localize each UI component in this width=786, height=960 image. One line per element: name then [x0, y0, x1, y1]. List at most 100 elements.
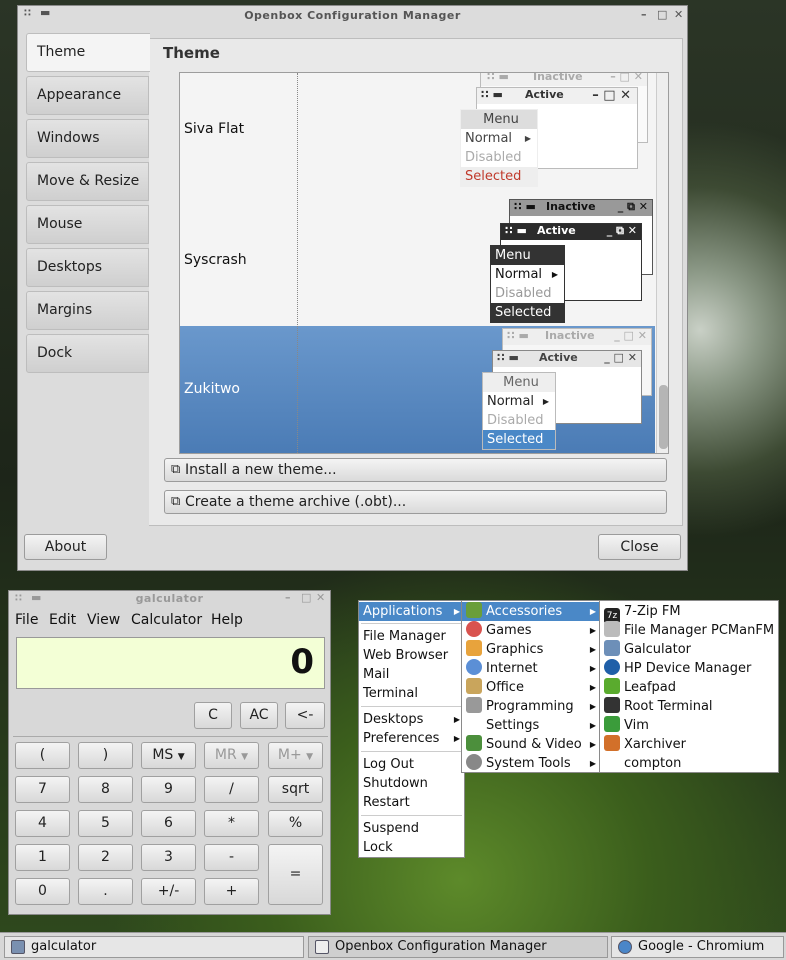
menu-item-galculator[interactable]: Galculator [600, 640, 778, 659]
tab-margins[interactable]: Margins [26, 291, 149, 330]
menu-item-7zip[interactable]: 7z 7-Zip FM [600, 602, 778, 624]
menu-item-applications[interactable]: Applications ▶ [359, 602, 464, 621]
key-8[interactable]: 8 [78, 776, 133, 803]
obconf-titlebar[interactable]: ∷ ▬ Openbox Configuration Manager – □ ✕ [18, 6, 687, 26]
task-galculator[interactable]: galculator [4, 936, 304, 958]
menu-item-label: Settings [486, 718, 540, 733]
key-plus[interactable]: + [204, 878, 259, 905]
backspace-button[interactable]: <- [285, 702, 325, 729]
menu-item-internet[interactable]: Internet ▶ [462, 659, 600, 678]
theme-row-syscrash[interactable]: Syscrash ∷ ▬ Inactive _ ⧉ ✕ ∷ ▬ Active _ ⧉ ✕… [180, 195, 655, 326]
menu-item-log-out[interactable]: Log Out [359, 755, 464, 774]
menu-item-desktops[interactable]: Desktops ▶ [359, 710, 464, 729]
close-icon[interactable]: ✕ [316, 591, 326, 604]
clear-button[interactable]: C [194, 702, 232, 729]
window-icon [315, 940, 329, 954]
tab-dock[interactable]: Dock [26, 334, 149, 373]
menu-item-settings[interactable]: Settings ▶ [462, 716, 600, 735]
theme-list[interactable]: Siva Flat ∷ ▬ Inactive – □ ✕ ∷ ▬ Active – □ … [179, 72, 669, 454]
tab-appearance[interactable]: Appearance [26, 76, 149, 115]
section-title: Theme [163, 44, 220, 62]
maximize-icon[interactable]: □ [657, 8, 668, 21]
menu-item-accessories[interactable]: Accessories ▶ [462, 602, 600, 621]
tab-move-resize[interactable]: Move & Resize [26, 162, 149, 201]
menu-item-pcmanfm[interactable]: File Manager PCManFM [600, 621, 778, 640]
menu-calculator[interactable]: Calculator [131, 612, 202, 628]
menu-item-shutdown[interactable]: Shutdown [359, 774, 464, 793]
key-percent[interactable]: % [268, 810, 323, 837]
tab-theme[interactable]: Theme [26, 33, 150, 72]
key-0[interactable]: 0 [15, 878, 70, 905]
key-5[interactable]: 5 [78, 810, 133, 837]
calculator-icon [604, 640, 620, 656]
menu-item-terminal[interactable]: Terminal [359, 684, 464, 703]
scrollbar-thumb[interactable] [659, 385, 668, 449]
menu-help[interactable]: Help [211, 612, 243, 628]
menu-item-compton[interactable]: compton [600, 754, 778, 773]
galculator-titlebar[interactable]: ∷ ▬ galculator – □ ✕ [9, 591, 330, 609]
task-obconf[interactable]: Openbox Configuration Manager [308, 936, 608, 958]
archive-icon: ⧉ [171, 494, 181, 509]
menu-separator [361, 751, 462, 752]
task-label: Openbox Configuration Manager [335, 939, 547, 954]
create-archive-button[interactable]: ⧉ Create a theme archive (.obt)... [164, 490, 667, 514]
theme-row-zukitwo[interactable]: Zukitwo ∷ ▬ Inactive _ □ ✕ ∷ ▬ Active _ □ ✕ … [180, 326, 655, 453]
tab-desktops[interactable]: Desktops [26, 248, 149, 287]
maximize-icon[interactable]: □ [301, 591, 312, 604]
key-open-paren[interactable]: ( [15, 742, 70, 769]
menu-item-suspend[interactable]: Suspend [359, 819, 464, 838]
key-plus-minus[interactable]: +/- [141, 878, 196, 905]
key-divide[interactable]: / [204, 776, 259, 803]
key-ms[interactable]: MS ▼ [141, 742, 196, 769]
menu-item-sound-video[interactable]: Sound & Video ▶ [462, 735, 600, 754]
key-mr[interactable]: MR ▼ [204, 742, 259, 769]
menu-item-programming[interactable]: Programming ▶ [462, 697, 600, 716]
menu-item-leafpad[interactable]: Leafpad [600, 678, 778, 697]
menu-item-games[interactable]: Games ▶ [462, 621, 600, 640]
key-minus[interactable]: - [204, 844, 259, 871]
tab-mouse[interactable]: Mouse [26, 205, 149, 244]
key-4[interactable]: 4 [15, 810, 70, 837]
menu-item-xarchiver[interactable]: Xarchiver [600, 735, 778, 754]
scrollbar[interactable] [656, 73, 668, 453]
key-close-paren[interactable]: ) [78, 742, 133, 769]
key-equals[interactable]: = [268, 844, 323, 905]
key-multiply[interactable]: * [204, 810, 259, 837]
key-sqrt[interactable]: sqrt [268, 776, 323, 803]
menu-item-web-browser[interactable]: Web Browser [359, 646, 464, 665]
menu-edit[interactable]: Edit [49, 612, 76, 628]
theme-row-siva-flat[interactable]: Siva Flat ∷ ▬ Inactive – □ ✕ ∷ ▬ Active – □ … [180, 73, 655, 195]
menu-view[interactable]: View [87, 612, 120, 628]
key-9[interactable]: 9 [141, 776, 196, 803]
menu-item-vim[interactable]: Vim [600, 716, 778, 735]
install-theme-button[interactable]: ⧉ Install a new theme... [164, 458, 667, 482]
menu-item-hp-device-manager[interactable]: HP Device Manager [600, 659, 778, 678]
menu-item-system-tools[interactable]: System Tools ▶ [462, 754, 600, 773]
menu-item-restart[interactable]: Restart [359, 793, 464, 812]
menu-item-mail[interactable]: Mail [359, 665, 464, 684]
key-decimal[interactable]: . [78, 878, 133, 905]
minimize-icon[interactable]: – [641, 8, 647, 21]
menu-item-file-manager[interactable]: File Manager [359, 627, 464, 646]
close-icon[interactable]: ✕ [674, 8, 684, 21]
tab-windows[interactable]: Windows [26, 119, 149, 158]
menu-file[interactable]: File [15, 612, 38, 628]
menu-item-office[interactable]: Office ▶ [462, 678, 600, 697]
menu-item-graphics[interactable]: Graphics ▶ [462, 640, 600, 659]
close-button[interactable]: Close [598, 534, 681, 560]
menu-item-label: Desktops [363, 712, 424, 727]
minimize-icon[interactable]: – [285, 591, 291, 604]
about-button[interactable]: About [24, 534, 107, 560]
key-7[interactable]: 7 [15, 776, 70, 803]
key-2[interactable]: 2 [78, 844, 133, 871]
key-6[interactable]: 6 [141, 810, 196, 837]
graphics-icon [466, 640, 482, 656]
task-chromium[interactable]: Google - Chromium [611, 936, 784, 958]
menu-item-root-terminal[interactable]: Root Terminal [600, 697, 778, 716]
menu-item-lock[interactable]: Lock [359, 838, 464, 857]
all-clear-button[interactable]: AC [240, 702, 278, 729]
key-3[interactable]: 3 [141, 844, 196, 871]
menu-item-preferences[interactable]: Preferences ▶ [359, 729, 464, 748]
key-mplus[interactable]: M+ ▼ [268, 742, 323, 769]
key-1[interactable]: 1 [15, 844, 70, 871]
